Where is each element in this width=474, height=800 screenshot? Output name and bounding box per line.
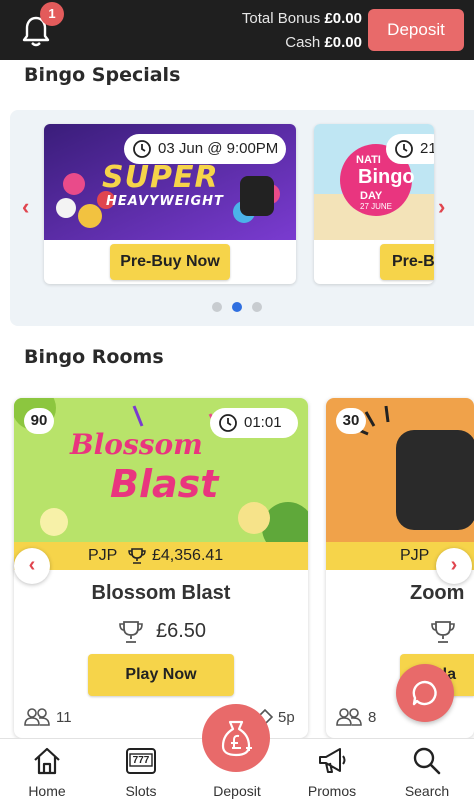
special-timer: 21 [386,134,434,164]
special-time: 21 [420,140,434,157]
special-banner-subtitle: HEAVYWEIGHT [106,194,224,209]
chevron-left-icon[interactable]: ‹ [22,194,29,220]
carousel-dot[interactable] [212,302,222,312]
pjp-bar: PJP £4,356.41 [14,542,308,570]
room-name: Blossom Blast [91,582,231,604]
nav-slots[interactable]: 777 Slots [101,739,181,800]
slots-icon-reels: 777 [132,755,150,766]
room-players: 8 [368,709,377,726]
nav-promos-label: Promos [307,783,357,799]
special2-banner-line1: NATI [356,154,381,166]
rooms-next-button[interactable]: › [436,548,472,584]
room-ticket-price: 5p [278,709,295,726]
nav-home-label: Home [28,783,66,799]
chevron-right-icon[interactable]: › [438,194,445,220]
room-timer: 01:01 [210,408,298,438]
home-icon [34,747,60,775]
room-banner-line2: Blast [110,462,219,506]
special-banner-title: SUPER [102,160,219,195]
rooms-prev-button[interactable]: ‹ [14,548,50,584]
balance-summary: Total Bonus £0.00 Cash £0.00 [242,7,362,55]
deposit-fab[interactable] [202,704,270,772]
pjp-label: PJP [88,547,118,564]
specials-title: Bingo Specials [24,64,181,86]
room-timer-value: 01:01 [244,414,282,431]
nav-slots-label: Slots [125,783,157,799]
trophy-icon [431,621,455,643]
special2-banner-line2: Bingo [358,166,415,188]
total-bonus-label: Total Bonus [241,10,321,27]
nav-home[interactable]: Home [7,739,87,800]
special-timer: 03 Jun @ 9:00PM [124,134,286,164]
pjp-value: £4,356.41 [152,547,224,564]
pjp-label: PJP [400,547,430,564]
clock-icon [219,414,237,432]
nav-search-label: Search [404,783,450,799]
trophy-icon [128,548,146,564]
special-card[interactable]: SUPER HEAVYWEIGHT 03 Jun @ 9:00PM Pre-Bu… [44,124,296,284]
chat-icon [412,680,437,706]
special2-banner-line3: DAY [360,190,383,202]
pre-buy-button[interactable]: Pre-B [380,244,434,280]
total-bonus-value: £0.00 [324,10,362,27]
deposit-button[interactable]: Deposit [368,9,464,51]
cash-label: Cash [285,34,321,51]
room-ball-count: 30 [336,408,366,434]
room-ball-count: 90 [24,408,54,434]
rooms-title: Bingo Rooms [24,346,164,368]
notification-badge: 1 [40,2,64,26]
room-banner-line1: Blossom [70,428,203,461]
players-icon [24,708,50,726]
chat-button[interactable] [396,664,454,722]
nav-search[interactable]: Search [387,739,467,800]
room-prize: £6.50 [156,620,207,642]
room-name: Zoom [410,582,465,604]
nav-deposit-label: Deposit [213,783,261,799]
money-bag-icon [221,720,252,757]
room-players: 11 [56,709,72,726]
clock-icon [395,140,413,158]
clock-icon [133,140,151,158]
players-icon [336,708,362,726]
special-card[interactable]: NATI Bingo DAY 27 JUNE 21 Pre-B [314,124,434,284]
trophy-icon [119,621,143,643]
carousel-dot-active[interactable] [232,302,242,312]
pre-buy-button[interactable]: Pre-Buy Now [110,244,230,280]
special-time: 03 Jun @ 9:00PM [158,140,279,157]
special2-banner-date: 27 JUNE [360,202,393,211]
search-icon [413,747,441,775]
nav-promos[interactable]: Promos [292,739,372,800]
carousel-dot[interactable] [252,302,262,312]
cash-value: £0.00 [324,34,362,51]
play-now-button[interactable]: Play Now [88,654,234,696]
top-bar: 1 Total Bonus £0.00 Cash £0.00 Deposit [0,0,474,60]
megaphone-icon [319,748,346,773]
